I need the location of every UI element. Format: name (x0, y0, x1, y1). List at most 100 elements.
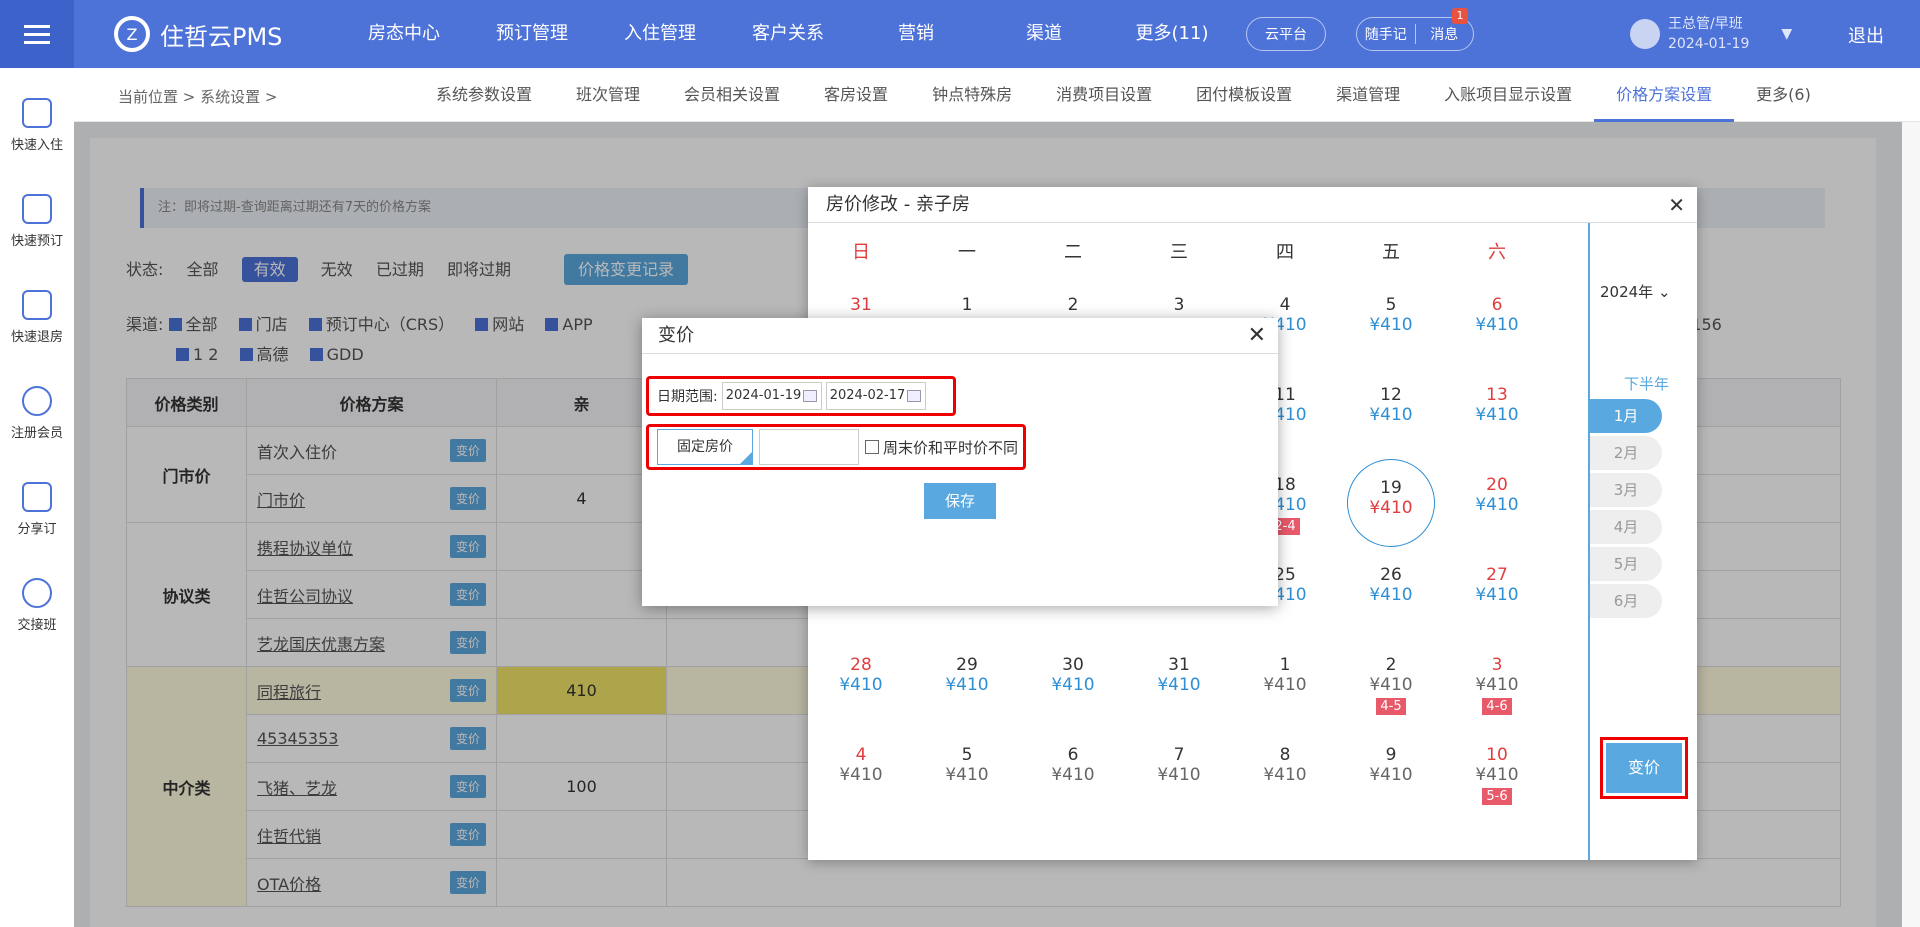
close-icon[interactable]: ✕ (1248, 318, 1266, 354)
calendar-day[interactable]: 26 ¥410 (1338, 549, 1444, 639)
avatar (1630, 19, 1660, 49)
calendar-day[interactable]: 9 ¥410 (1338, 729, 1444, 819)
breadcrumb: 当前位置 > 系统设置 > (118, 88, 278, 106)
calendar-day[interactable]: 20 ¥410 (1444, 459, 1550, 549)
save-button[interactable]: 保存 (924, 483, 996, 519)
message-badge: 1 (1452, 8, 1468, 24)
user-name: 王总管/早班 (1668, 16, 1743, 32)
calendar-icon[interactable] (906, 390, 921, 402)
logo-icon: Z (114, 16, 150, 52)
holiday-tag: 5-6 (1482, 788, 1512, 805)
checkbox-icon[interactable] (865, 440, 879, 454)
tab-more[interactable]: 更多(6) (1734, 68, 1833, 122)
date-range-row: 日期范围: 2024-01-19 2024-02-17 (646, 376, 956, 416)
message-button[interactable]: 消息 (1414, 24, 1474, 44)
tab-channel[interactable]: 渠道管理 (1314, 68, 1422, 122)
calendar-day[interactable]: 31 ¥410 (1126, 639, 1232, 729)
month-panel: 2024年 ⌄ 下半年 1月 2月 3月 4月 5月 6月 变价 (1588, 223, 1697, 860)
cloud-label: 云平台 (1265, 27, 1307, 43)
exit-icon (22, 290, 52, 320)
user-add-icon (22, 386, 52, 416)
holiday-tag: 4-6 (1482, 698, 1512, 715)
nav-marketing[interactable]: 营销 (852, 0, 980, 68)
month-2[interactable]: 2月 (1590, 436, 1662, 470)
change-price-button[interactable]: 变价 (1600, 737, 1688, 799)
nav-room-status[interactable]: 房态中心 (340, 0, 468, 68)
year-select[interactable]: 2024年 ⌄ (1600, 281, 1671, 302)
swap-user-icon (22, 578, 52, 608)
calendar-day[interactable]: 19 ¥410 (1347, 459, 1435, 547)
fixed-price-select[interactable]: 固定房价 (657, 429, 753, 465)
month-list: 1月 2月 3月 4月 5月 6月 (1590, 399, 1662, 621)
cloud-platform-button[interactable]: 云平台 (1246, 17, 1326, 51)
tab-shift[interactable]: 班次管理 (554, 68, 662, 122)
sidebar-quick-booking[interactable]: 快速预订 (0, 194, 74, 249)
chevron-down-icon: ⌄ (1657, 283, 1671, 301)
calendar-day[interactable]: 1 ¥410 (1232, 639, 1338, 729)
calendar-day[interactable]: 7 ¥410 (1126, 729, 1232, 819)
top-bar: Z 住哲云PMS 房态中心 预订管理 入住管理 客户关系 营销 渠道 更多(11)… (0, 0, 1920, 68)
calendar-day[interactable]: 3 ¥410 4-6 (1444, 639, 1550, 729)
calendar-day[interactable]: 29 ¥410 (914, 639, 1020, 729)
sidebar: 快速入住 快速预订 快速退房 注册会员 分享订 交接班 (0, 68, 74, 927)
nav-booking[interactable]: 预订管理 (468, 0, 596, 68)
month-1[interactable]: 1月 (1590, 399, 1662, 433)
date-range-label: 日期范围: (657, 389, 718, 405)
sub-nav: 当前位置 > 系统设置 > 系统参数设置 班次管理 会员相关设置 客房设置 钟点… (74, 68, 1920, 122)
tab-group[interactable]: 团付模板设置 (1174, 68, 1314, 122)
tab-system-params[interactable]: 系统参数设置 (414, 68, 554, 122)
calendar-day[interactable]: 10 ¥410 5-6 (1444, 729, 1550, 819)
sidebar-register-member[interactable]: 注册会员 (0, 386, 74, 441)
calendar-day[interactable]: 27 ¥410 (1444, 549, 1550, 639)
nav-channel[interactable]: 渠道 (980, 0, 1108, 68)
nav-more[interactable]: 更多(11) (1108, 0, 1236, 68)
share-icon (22, 482, 52, 512)
weekend-diff-checkbox[interactable]: 周末价和平时价不同 (865, 437, 1018, 458)
settings-tabs: 系统参数设置 班次管理 会员相关设置 客房设置 钟点特殊房 消费项目设置 团付模… (414, 68, 1833, 122)
menu-icon[interactable] (0, 0, 74, 68)
holiday-tag: 4-5 (1376, 698, 1406, 715)
calendar-day[interactable]: 8 ¥410 (1232, 729, 1338, 819)
week-row: 28 ¥410 29 ¥410 30 ¥410 31 ¥410 1 ¥410 2 ¥410 4-5 3 ¥4… (808, 639, 1588, 729)
tab-room[interactable]: 客房设置 (802, 68, 910, 122)
calendar-icon[interactable] (802, 390, 817, 402)
tab-member[interactable]: 会员相关设置 (662, 68, 802, 122)
sidebar-shift-handover[interactable]: 交接班 (0, 578, 74, 633)
logo: Z 住哲云PMS (114, 16, 282, 52)
scrollbar[interactable] (1902, 122, 1920, 927)
calendar-day[interactable]: 2 ¥410 4-5 (1338, 639, 1444, 729)
calendar-day[interactable]: 12 ¥410 (1338, 369, 1444, 459)
calendar-day[interactable]: 6 ¥410 (1020, 729, 1126, 819)
notes-button[interactable]: 随手记 (1357, 24, 1415, 44)
nav-checkin[interactable]: 入住管理 (596, 0, 724, 68)
tab-consume[interactable]: 消费项目设置 (1034, 68, 1174, 122)
tab-posting[interactable]: 入账项目显示设置 (1422, 68, 1594, 122)
month-6[interactable]: 6月 (1590, 584, 1662, 618)
calendar-day[interactable]: 6 ¥410 (1444, 279, 1550, 369)
month-3[interactable]: 3月 (1590, 473, 1662, 507)
sidebar-quick-checkout[interactable]: 快速退房 (0, 290, 74, 345)
half-year-label: 下半年 (1624, 375, 1670, 393)
sidebar-quick-checkin[interactable]: 快速入住 (0, 98, 74, 153)
calendar-day[interactable]: 13 ¥410 (1444, 369, 1550, 459)
month-4[interactable]: 4月 (1590, 510, 1662, 544)
start-date-input[interactable]: 2024-01-19 (721, 382, 822, 410)
month-5[interactable]: 5月 (1590, 547, 1662, 581)
tab-hourly[interactable]: 钟点特殊房 (910, 68, 1034, 122)
sidebar-share-booking[interactable]: 分享订 (0, 482, 74, 537)
user-menu[interactable]: 王总管/早班 2024-01-19 ▼ (1630, 14, 1792, 54)
calendar-day[interactable]: 30 ¥410 (1020, 639, 1126, 729)
price-input[interactable] (759, 429, 859, 465)
week-row: 4 ¥410 5 ¥410 6 ¥410 7 ¥410 8 ¥410 9 ¥410 10 ¥410 5-6 (808, 729, 1588, 819)
calendar-day[interactable]: 5 ¥410 (914, 729, 1020, 819)
change-price-dialog: 变价 ✕ 日期范围: 2024-01-19 2024-02-17 固定房价 周末价… (642, 318, 1278, 606)
calendar-day[interactable]: 28 ¥410 (808, 639, 914, 729)
end-date-input[interactable]: 2024-02-17 (825, 382, 926, 410)
logout-button[interactable]: 退出 (1848, 22, 1884, 48)
calendar-day[interactable]: 5 ¥410 (1338, 279, 1444, 369)
close-icon[interactable]: ✕ (1668, 187, 1685, 223)
tab-price-plan[interactable]: 价格方案设置 (1594, 68, 1735, 122)
calendar-day[interactable]: 4 ¥410 (808, 729, 914, 819)
nav-crm[interactable]: 客户关系 (724, 0, 852, 68)
price-type-row: 固定房价 周末价和平时价不同 (646, 424, 1026, 470)
